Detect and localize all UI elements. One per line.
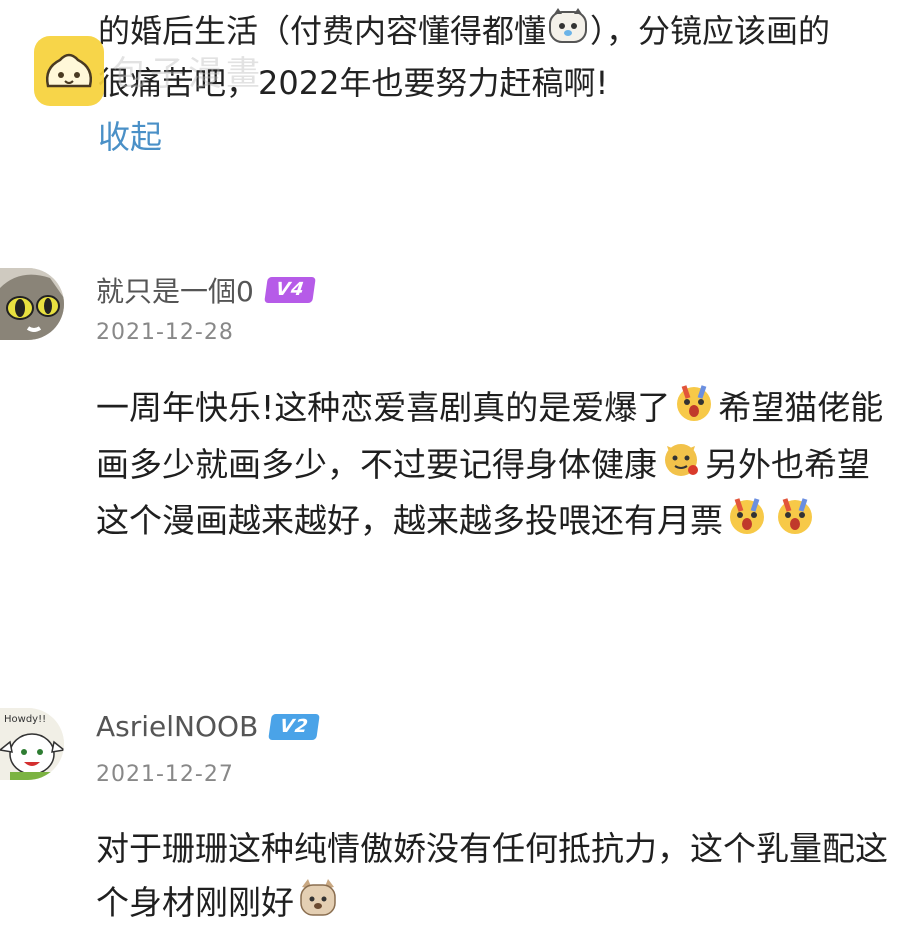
- comment-username-row: AsrielNOOB V2: [96, 710, 321, 743]
- level-badge: V4: [264, 277, 317, 303]
- comment-body-part1: 一周年快乐!这种恋爱喜剧真的是爱爆了: [96, 388, 671, 427]
- shiba-dog-emoji-icon: [296, 877, 340, 933]
- username[interactable]: AsrielNOOB: [96, 710, 258, 743]
- avatar[interactable]: Howdy!!: [0, 708, 64, 780]
- level-badge: V2: [268, 713, 321, 740]
- dog-with-rose-emoji-icon: [659, 438, 703, 494]
- dog-face-emoji-icon: [548, 8, 588, 58]
- watermark-text: 包子漫畫: [112, 54, 264, 94]
- comment-date: 2021-12-28: [96, 320, 234, 345]
- comment-body: 对于珊珊这种纯情傲娇没有任何抵抗力，这个乳量配这个身材刚刚好: [96, 822, 896, 933]
- cat-avatar-icon: [0, 268, 64, 340]
- previous-comment-line1-tail: ），分镜应该画的: [590, 12, 831, 50]
- watermark-logo: [34, 36, 104, 106]
- collapse-link[interactable]: 收起: [98, 112, 162, 158]
- bun-icon: [46, 53, 92, 88]
- comment-body-part1: 对于珊珊这种纯情傲娇没有任何抵抗力，这个乳量配这个身材刚刚好: [96, 829, 888, 922]
- comment-username-row: 就只是一個0 V4: [96, 270, 317, 310]
- comment-date: 2021-12-27: [96, 762, 234, 787]
- avatar[interactable]: [0, 268, 64, 340]
- username[interactable]: 就只是一個0: [96, 270, 254, 310]
- crying-face-emoji-icon: [672, 382, 716, 438]
- crying-face-emoji-icon: [773, 495, 817, 551]
- comment-body: 一周年快乐!这种恋爱喜剧真的是爱爆了 希望猫佬能画多少就画多少，不过要记得身体健康…: [96, 381, 896, 551]
- goat-avatar-icon: Howdy!!: [0, 708, 64, 780]
- previous-comment-line1: 的婚后生活（付费内容懂得都懂: [98, 12, 547, 50]
- crying-face-emoji-icon: [725, 495, 769, 551]
- avatar-caption: Howdy!!: [4, 714, 46, 725]
